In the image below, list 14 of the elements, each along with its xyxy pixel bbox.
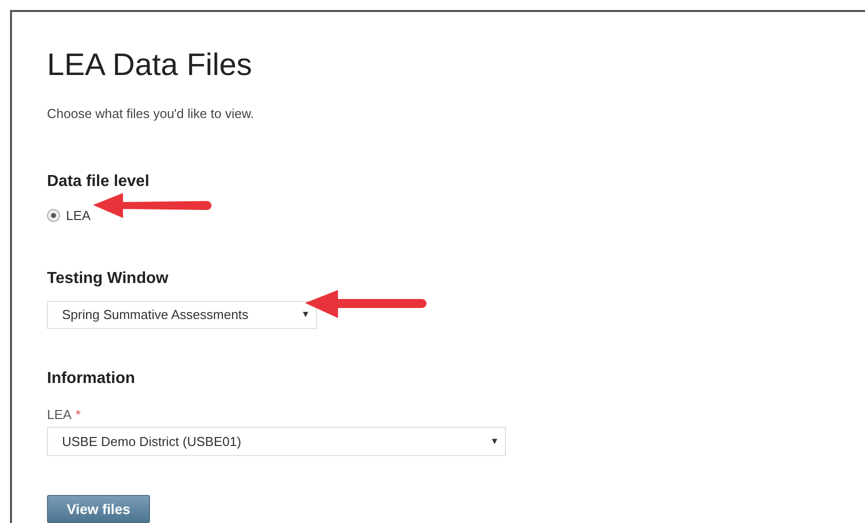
radio-label: LEA <box>66 206 91 224</box>
required-mark: * <box>76 406 81 424</box>
page-subtitle: Choose what files you'd like to view. <box>47 105 254 123</box>
page-title: LEA Data Files <box>47 47 252 83</box>
section-heading: Information <box>47 368 135 389</box>
radio-button[interactable] <box>47 208 60 222</box>
field-label: LEA <box>47 406 72 424</box>
arrow-icon <box>93 193 213 219</box>
view-files-button[interactable]: View files <box>47 495 150 523</box>
lea-select[interactable]: USBE Demo District (USBE01) ▼ <box>47 427 506 456</box>
arrow-icon <box>305 290 428 319</box>
testing-window-select[interactable]: Spring Summative Assessments ▼ <box>47 301 317 329</box>
section-heading: Testing Window <box>47 269 168 289</box>
section-heading: Data file level <box>47 172 150 192</box>
